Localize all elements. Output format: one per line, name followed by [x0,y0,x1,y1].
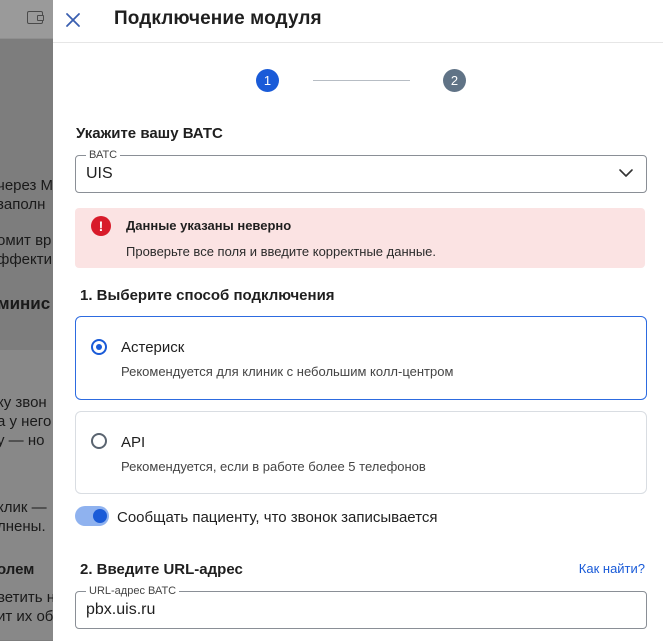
background-heading: минис [0,294,51,313]
pbx-heading: Укажите вашу ВАТС [76,125,223,142]
background-heading: олем [0,561,35,578]
pbx-select-value: UIS [86,165,113,182]
how-to-find-link[interactable]: Как найти? [579,561,645,576]
step-connector [313,80,410,81]
error-title: Данные указаны неверно [126,218,292,233]
background-text: лнены. [0,518,46,535]
option-description: Рекомендуется для клиник с небольшим кол… [121,364,454,379]
background-text: через М [0,177,53,194]
error-icon: ! [91,216,111,236]
background-text: клик — [0,499,47,516]
step-1: 1 [256,69,279,92]
background-text: омит вр [0,232,52,249]
step-2: 2 [443,69,466,92]
stepper: 1 2 [256,69,468,93]
background-topbar [0,0,53,39]
record-notice-label: Сообщать пациенту, что звонок записывает… [117,509,438,526]
toggle-knob [93,509,107,523]
option-description: Рекомендуется, если в работе более 5 тел… [121,459,426,474]
background-text: у — но [0,432,45,449]
error-alert: ! Данные указаны неверно Проверьте все п… [75,208,645,268]
option-api[interactable]: API Рекомендуется, если в работе более 5… [75,411,647,494]
url-heading: 2. Введите URL-адрес [80,561,243,578]
url-input-label: URL-адрес ВАТС [86,585,180,598]
dialog-title: Подключение модуля [114,8,322,29]
background-text: ффектив [0,251,53,268]
background-page: через М заполн омит вр ффектив минис ку … [0,0,53,641]
connection-heading: 1. Выберите способ подключения [80,287,335,304]
background-text: а у него [0,413,52,430]
url-input-value: pbx.uis.ru [86,601,156,618]
option-asterisk[interactable]: Астериск Рекомендуется для клиник с небо… [75,316,647,400]
background-text: ветить н [0,589,53,606]
pbx-select-label: ВАТС [86,149,121,162]
background-text: заполн [0,196,46,213]
radio-checked-icon[interactable] [91,339,107,355]
option-title: API [121,434,146,451]
wallet-icon [27,11,44,24]
option-title: Астериск [121,339,185,356]
pbx-select[interactable]: ВАТС UIS [75,149,647,193]
close-icon [66,13,80,27]
close-button[interactable] [62,9,84,31]
background-text: ку звон [0,394,47,411]
chevron-down-icon [619,169,633,177]
connect-module-dialog: Подключение модуля 1 2 Укажите вашу ВАТС… [53,0,663,641]
record-notice-toggle[interactable] [75,506,109,526]
error-text: Проверьте все поля и введите корректные … [126,244,437,259]
url-input[interactable]: URL-адрес ВАТС pbx.uis.ru [75,585,647,629]
background-text: ит их об [0,608,53,625]
radio-unchecked-icon[interactable] [91,433,107,449]
dialog-header: Подключение модуля [53,0,663,43]
